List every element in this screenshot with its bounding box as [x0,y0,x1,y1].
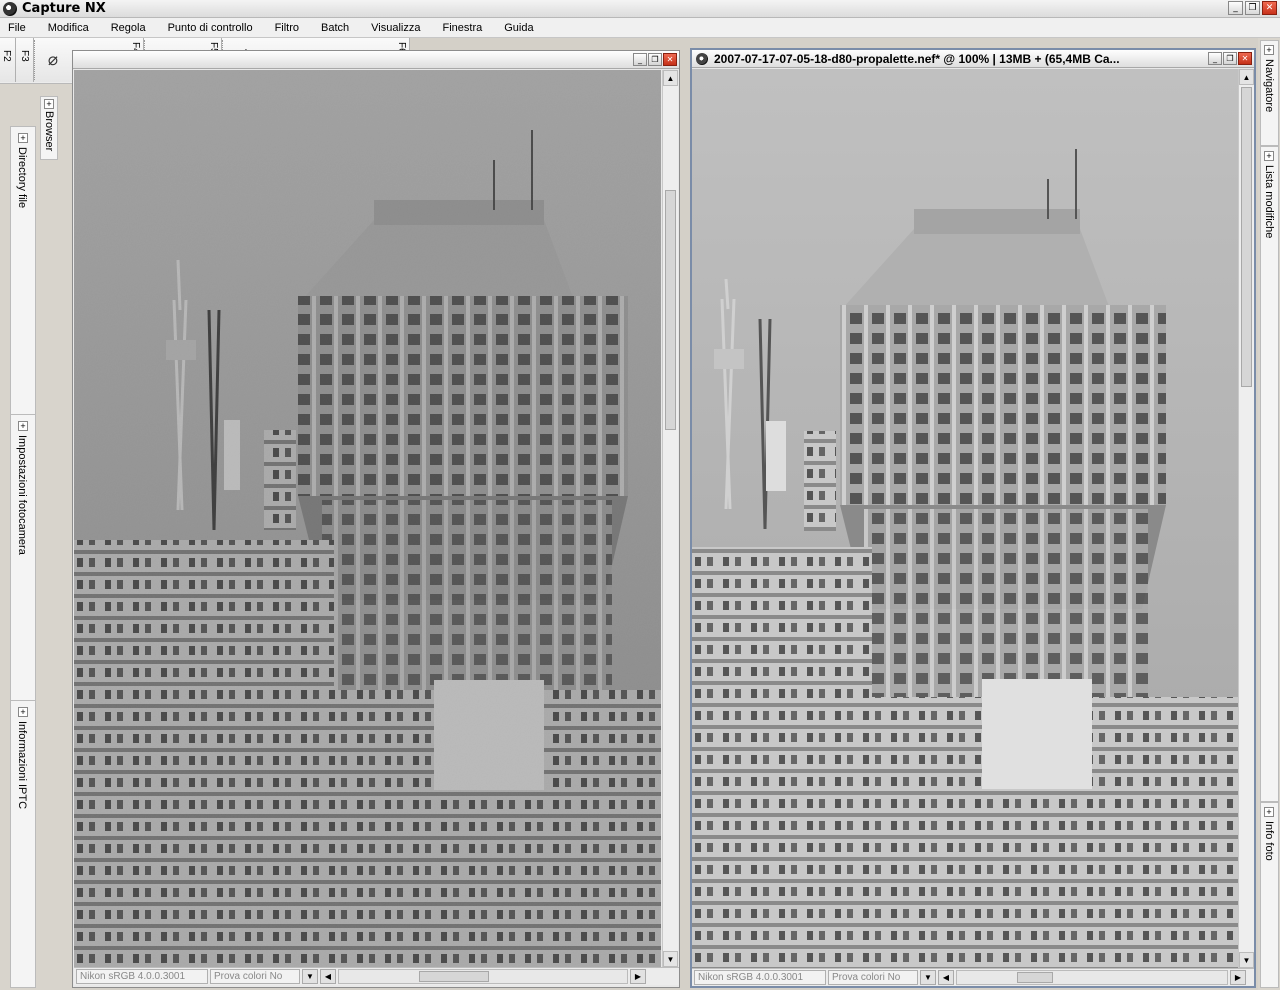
color-profile-field: Nikon sRGB 4.0.0.3001 [694,970,826,985]
scroll-down-arrow-icon[interactable]: ▼ [663,951,678,967]
hscroll-thumb[interactable] [419,971,489,982]
scroll-right-arrow-icon[interactable]: ▶ [1230,970,1246,985]
image-window-right-titlebar: 2007-07-17-07-05-18-d80-propalette.nef* … [692,50,1254,68]
directory-panel-tab[interactable]: + Directory file [10,126,36,416]
image-left-vscrollbar[interactable]: ▲ ▼ [662,70,678,967]
toolbar-grip [34,40,38,80]
image-right-statusbar: Nikon sRGB 4.0.0.3001 Prova colori No ▼ … [692,968,1254,986]
photo-left [74,70,661,967]
menu-filtro[interactable]: Filtro [271,22,307,34]
camera-settings-label: Impostazioni fotocamera [16,435,28,555]
image-left-statusbar: Nikon sRGB 4.0.0.3001 Prova colori No ▼ … [74,967,679,985]
hscroll-thumb[interactable] [1017,972,1053,983]
directory-label: Directory file [16,147,28,209]
soft-proof-field: Prova colori No [210,969,300,984]
menu-bar: File Modifica Regola Punto di controllo … [0,18,1280,38]
document-title: 2007-07-17-07-05-18-d80-propalette.nef* … [714,52,1120,66]
scroll-right-arrow-icon[interactable]: ▶ [630,969,646,984]
menu-finestra[interactable]: Finestra [438,22,490,34]
expand-icon[interactable]: + [18,421,28,431]
photo-info-label: Info foto [1263,821,1275,861]
scroll-left-arrow-icon[interactable]: ◀ [938,970,954,985]
navigator-panel-tab[interactable]: + Navigatore [1260,40,1279,146]
close-button[interactable]: ✕ [1262,1,1277,15]
black-point-eyedropper-icon[interactable]: ⌀ [40,47,66,73]
toolbar-group-f3[interactable]: F3 [16,38,34,82]
color-profile-field: Nikon sRGB 4.0.0.3001 [76,969,208,984]
expand-icon[interactable]: + [18,707,28,717]
menu-modifica[interactable]: Modifica [44,22,97,34]
image-canvas-left[interactable] [74,70,661,967]
scroll-up-arrow-icon[interactable]: ▲ [1239,69,1254,85]
f2-label: F2 [1,50,12,62]
doc-restore-button[interactable]: ❐ [1223,52,1237,65]
expand-icon[interactable]: + [1264,45,1274,55]
scroll-thumb[interactable] [1241,87,1252,387]
menu-guida[interactable]: Guida [500,22,541,34]
photo-right [692,69,1238,968]
edit-list-panel-tab[interactable]: + Lista modifiche [1260,146,1279,802]
menu-batch[interactable]: Batch [317,22,357,34]
image-window-right-controls: _ ❐ ✕ [1208,52,1252,65]
edit-list-label: Lista modifiche [1263,165,1275,239]
app-icon [3,2,17,16]
nikon-doc-icon [696,53,708,65]
doc-close-button[interactable]: ✕ [663,53,677,66]
restore-button[interactable]: ❐ [1245,1,1260,15]
scroll-thumb[interactable] [665,190,676,430]
doc-close-button[interactable]: ✕ [1238,52,1252,65]
expand-icon[interactable]: + [18,133,28,143]
doc-minimize-button[interactable]: _ [1208,52,1222,65]
menu-regola[interactable]: Regola [107,22,154,34]
soft-proof-field: Prova colori No [828,970,918,985]
expand-icon[interactable]: + [1264,807,1274,817]
image-window-right: 2007-07-17-07-05-18-d80-propalette.nef* … [690,48,1256,988]
doc-restore-button[interactable]: ❐ [648,53,662,66]
menu-punto-controllo[interactable]: Punto di controllo [164,22,261,34]
scroll-down-arrow-icon[interactable]: ▼ [1239,952,1254,968]
image-right-vscrollbar[interactable]: ▲ ▼ [1238,69,1254,968]
expand-icon[interactable]: + [1264,151,1274,161]
app-titlebar: Capture NX _ ❐ ✕ [0,0,1280,18]
image-window-left: _ ❐ ✕ ▲ ▼ Nikon sRGB 4.0.0.3001 Prova co… [72,50,680,988]
f3-label: F3 [19,50,30,62]
photo-info-panel-tab[interactable]: + Info foto [1260,802,1279,988]
soft-proof-dropdown-icon[interactable]: ▼ [920,970,936,985]
image-left-hscrollbar[interactable] [338,969,628,984]
image-canvas-right[interactable] [692,69,1238,968]
menu-visualizza[interactable]: Visualizza [367,22,428,34]
toolbar-group-f2[interactable]: F2 [0,38,16,82]
browser-label: Browser [43,111,55,152]
doc-minimize-button[interactable]: _ [633,53,647,66]
navigator-label: Navigatore [1263,59,1275,113]
scroll-left-arrow-icon[interactable]: ◀ [320,969,336,984]
scroll-up-arrow-icon[interactable]: ▲ [663,70,678,86]
browser-panel-tab[interactable]: + Browser [40,96,58,160]
app-title: Capture NX [22,1,106,16]
iptc-label: Informazioni IPTC [16,721,28,810]
image-right-hscrollbar[interactable] [956,970,1228,985]
expand-icon[interactable]: + [44,99,54,109]
soft-proof-dropdown-icon[interactable]: ▼ [302,969,318,984]
minimize-button[interactable]: _ [1228,1,1243,15]
image-window-left-controls: _ ❐ ✕ [633,53,677,66]
camera-settings-panel-tab[interactable]: + Impostazioni fotocamera [10,414,36,702]
window-controls: _ ❐ ✕ [1228,1,1277,15]
iptc-panel-tab[interactable]: + Informazioni IPTC [10,700,36,988]
menu-file[interactable]: File [4,22,34,34]
image-window-left-titlebar: _ ❐ ✕ [73,51,679,69]
